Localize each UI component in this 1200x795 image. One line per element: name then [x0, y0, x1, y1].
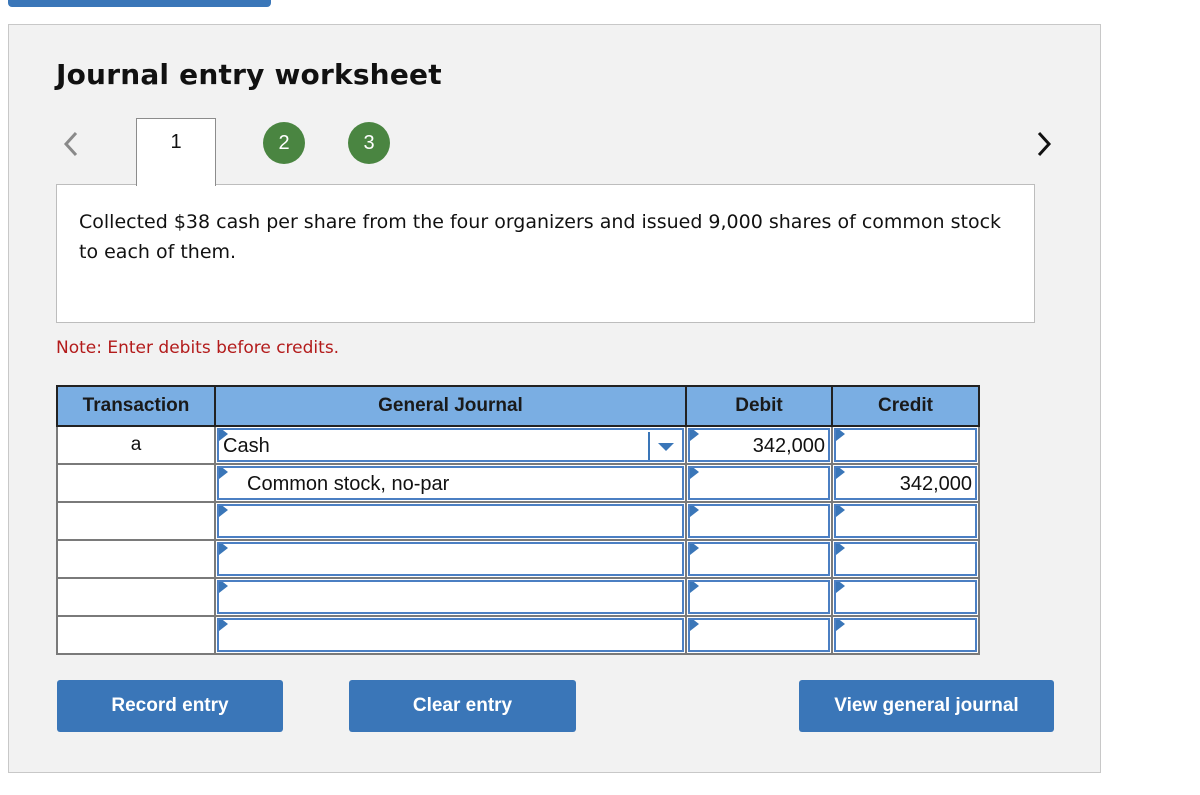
input-marker-icon	[219, 582, 228, 593]
view-general-journal-button[interactable]: View general journal	[799, 680, 1054, 732]
tab-1[interactable]: 1	[136, 118, 216, 186]
page-title: Journal entry worksheet	[56, 58, 442, 91]
input-marker-icon	[690, 468, 699, 479]
table-row	[56, 615, 980, 655]
next-button[interactable]	[1032, 129, 1056, 159]
chevron-right-icon	[1037, 131, 1052, 157]
debit-input[interactable]	[688, 466, 830, 500]
journal-table: Transaction General Journal Debit Credit…	[56, 385, 980, 655]
debit-cell	[685, 615, 833, 655]
account-cell: Cash	[214, 425, 687, 465]
header-debit: Debit	[685, 385, 833, 427]
credit-value: 342,000	[899, 473, 972, 495]
credit-cell	[831, 501, 980, 541]
account-value: Common stock, no-par	[247, 473, 450, 495]
table-row: Common stock, no-par 342,000	[56, 463, 980, 503]
caret-down-icon	[658, 443, 674, 451]
account-cell	[214, 501, 687, 541]
table-header-row: Transaction General Journal Debit Credit	[56, 385, 980, 427]
account-cell	[214, 577, 687, 617]
table-row	[56, 577, 980, 617]
credit-input[interactable]	[834, 618, 977, 652]
table-row: a Cash 342,000	[56, 425, 980, 465]
input-marker-icon	[836, 468, 845, 479]
input-marker-icon	[219, 620, 228, 631]
credit-input[interactable]	[834, 542, 977, 576]
credit-input[interactable]	[834, 428, 977, 462]
credit-cell	[831, 425, 980, 465]
account-select[interactable]: Cash	[217, 428, 684, 462]
credit-input[interactable]	[834, 504, 977, 538]
debit-cell	[685, 539, 833, 579]
transaction-cell: a	[56, 425, 216, 465]
note-text: Note: Enter debits before credits.	[56, 338, 340, 358]
transaction-cell	[56, 539, 216, 579]
chevron-left-icon	[63, 131, 78, 157]
account-cell	[214, 615, 687, 655]
input-marker-icon	[836, 582, 845, 593]
description-text: Collected $38 cash per share from the fo…	[79, 211, 1002, 263]
tab-3[interactable]: 3	[348, 122, 390, 164]
input-marker-icon	[690, 430, 699, 441]
account-dropdown-button[interactable]	[648, 432, 680, 460]
credit-cell	[831, 577, 980, 617]
tab-1-label: 1	[170, 131, 182, 153]
account-select[interactable]	[217, 580, 684, 614]
transaction-cell	[56, 463, 216, 503]
account-cell: Common stock, no-par	[214, 463, 687, 503]
input-marker-icon	[690, 582, 699, 593]
input-marker-icon	[219, 468, 228, 479]
clear-entry-button[interactable]: Clear entry	[349, 680, 576, 732]
input-marker-icon	[836, 620, 845, 631]
input-marker-icon	[836, 506, 845, 517]
account-select[interactable]: Common stock, no-par	[217, 466, 684, 500]
tab-3-label: 3	[363, 132, 375, 154]
debit-cell	[685, 501, 833, 541]
debit-value: 342,000	[752, 435, 825, 457]
account-select[interactable]	[217, 542, 684, 576]
debit-cell: 342,000	[685, 425, 833, 465]
input-marker-icon	[219, 506, 228, 517]
transaction-cell	[56, 615, 216, 655]
credit-input[interactable]	[834, 580, 977, 614]
debit-cell	[685, 577, 833, 617]
debit-input[interactable]	[688, 542, 830, 576]
credit-cell	[831, 539, 980, 579]
input-marker-icon	[219, 544, 228, 555]
credit-cell: 342,000	[831, 463, 980, 503]
transaction-cell	[56, 501, 216, 541]
header-credit: Credit	[831, 385, 980, 427]
credit-cell	[831, 615, 980, 655]
input-marker-icon	[690, 620, 699, 631]
debit-input[interactable]: 342,000	[688, 428, 830, 462]
table-row	[56, 501, 980, 541]
debit-cell	[685, 463, 833, 503]
transaction-description: Collected $38 cash per share from the fo…	[56, 184, 1035, 323]
header-general-journal: General Journal	[214, 385, 687, 427]
debit-input[interactable]	[688, 504, 830, 538]
top-partial-button[interactable]	[8, 0, 271, 7]
prev-button[interactable]	[59, 129, 83, 159]
input-marker-icon	[690, 506, 699, 517]
debit-input[interactable]	[688, 618, 830, 652]
tab-2[interactable]: 2	[263, 122, 305, 164]
account-value: Cash	[223, 435, 270, 457]
input-marker-icon	[836, 544, 845, 555]
record-entry-button[interactable]: Record entry	[57, 680, 283, 732]
journal-worksheet-panel: Journal entry worksheet 1 2 3 Collected …	[8, 24, 1101, 773]
table-row	[56, 539, 980, 579]
transaction-cell	[56, 577, 216, 617]
credit-input[interactable]: 342,000	[834, 466, 977, 500]
account-select[interactable]	[217, 504, 684, 538]
account-cell	[214, 539, 687, 579]
input-marker-icon	[690, 544, 699, 555]
account-select[interactable]	[217, 618, 684, 652]
header-transaction: Transaction	[56, 385, 216, 427]
tab-2-label: 2	[278, 132, 290, 154]
debit-input[interactable]	[688, 580, 830, 614]
input-marker-icon	[836, 430, 845, 441]
